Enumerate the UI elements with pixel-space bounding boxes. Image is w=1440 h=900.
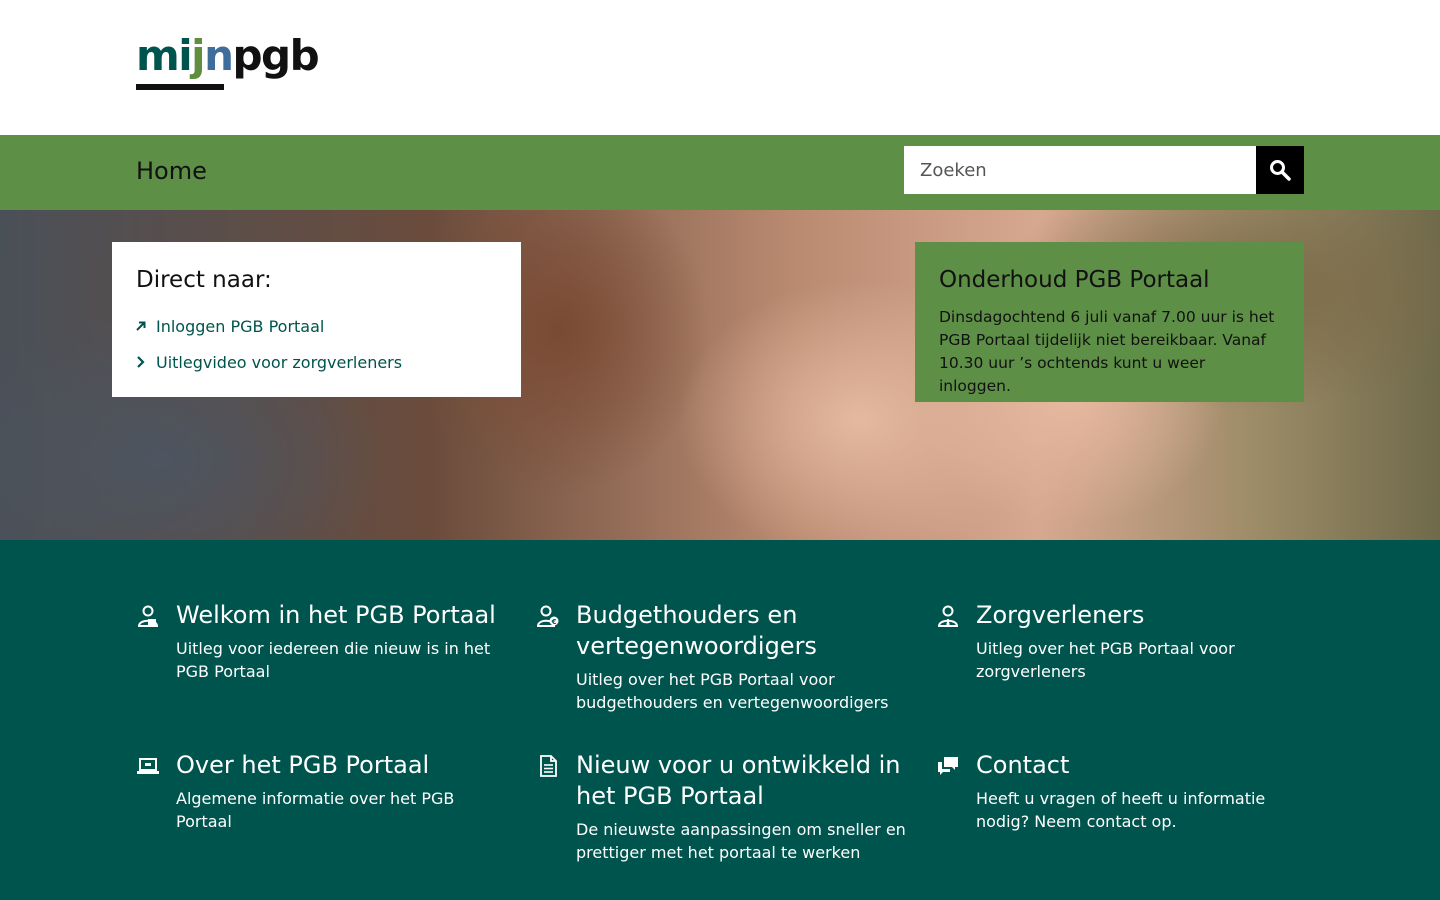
tile-desc: De nieuwste aanpassingen om sneller en p… (576, 820, 906, 862)
laptop-icon (136, 754, 160, 778)
logo-part-j: j (191, 31, 205, 80)
tile-desc: Algemene informatie over het PGB Portaal (176, 789, 455, 831)
tile-budgethouders[interactable]: € Budgethouders en vertegenwoordigers Ui… (536, 600, 906, 714)
site-header: mijnpgb (0, 0, 1440, 135)
tile-title: Zorgverleners (976, 601, 1145, 629)
tile-desc: Uitleg over het PGB Portaal voor zorgver… (976, 639, 1235, 681)
tile-over[interactable]: Over het PGB Portaal Algemene informatie… (136, 750, 506, 833)
direct-link-label: Inloggen PGB Portaal (156, 316, 325, 336)
search-button[interactable] (1256, 146, 1304, 194)
direct-links-card: Direct naar: Inloggen PGB Portaal Uitleg… (112, 242, 521, 397)
user-welcome-icon (136, 604, 160, 628)
tile-title: Nieuw voor u ontwikkeld in het PGB Porta… (576, 751, 901, 810)
search-form (904, 146, 1304, 194)
search-icon (1270, 160, 1291, 181)
search-input[interactable] (904, 146, 1256, 194)
maintenance-notice: Onderhoud PGB Portaal Dinsdagochtend 6 j… (915, 242, 1304, 402)
user-budget-icon: € (536, 604, 560, 628)
tile-nieuw[interactable]: Nieuw voor u ontwikkeld in het PGB Porta… (536, 750, 906, 864)
content-section: Welkom in het PGB Portaal Uitleg voor ie… (0, 540, 1440, 900)
notice-text: Dinsdagochtend 6 juli vanaf 7.00 uur is … (939, 308, 1275, 395)
external-arrow-icon (136, 321, 156, 331)
direct-link-label: Uitlegvideo voor zorgverleners (156, 352, 403, 372)
caregiver-icon (936, 604, 960, 628)
tile-title: Welkom in het PGB Portaal (176, 601, 496, 629)
tile-desc: Uitleg voor iedereen die nieuw is in het… (176, 639, 491, 681)
svg-text:€: € (551, 618, 557, 626)
logo-part-mi: mi (136, 31, 193, 80)
logo-text: mijnpgb (136, 31, 320, 80)
direct-link-video[interactable]: Uitlegvideo voor zorgverleners (136, 344, 497, 380)
nav-home-link[interactable]: Home (136, 155, 207, 187)
hero-banner: Direct naar: Inloggen PGB Portaal Uitleg… (0, 210, 1440, 540)
main-nav: Home (0, 135, 1440, 210)
logo-part-n: n (204, 31, 234, 80)
chat-icon (936, 754, 960, 778)
mijnpgb-logo[interactable]: mijnpgb (136, 31, 320, 94)
tile-welkom[interactable]: Welkom in het PGB Portaal Uitleg voor ie… (136, 600, 506, 683)
logo-underline (136, 84, 224, 90)
tile-title: Budgethouders en vertegenwoordigers (576, 601, 817, 660)
tile-title: Contact (976, 751, 1070, 779)
chevron-right-icon (136, 356, 156, 368)
tile-title: Over het PGB Portaal (176, 751, 430, 779)
direct-title: Direct naar: (136, 267, 272, 293)
document-icon (536, 754, 560, 778)
tile-contact[interactable]: Contact Heeft u vragen of heeft u inform… (936, 750, 1306, 833)
tile-desc: Uitleg over het PGB Portaal voor budgeth… (576, 670, 889, 712)
tile-zorgverleners[interactable]: Zorgverleners Uitleg over het PGB Portaa… (936, 600, 1306, 683)
tile-desc: Heeft u vragen of heeft u informatie nod… (976, 789, 1266, 831)
notice-title: Onderhoud PGB Portaal (939, 267, 1210, 293)
logo-part-pgb: pgb (232, 31, 319, 80)
direct-link-login[interactable]: Inloggen PGB Portaal (136, 308, 497, 344)
